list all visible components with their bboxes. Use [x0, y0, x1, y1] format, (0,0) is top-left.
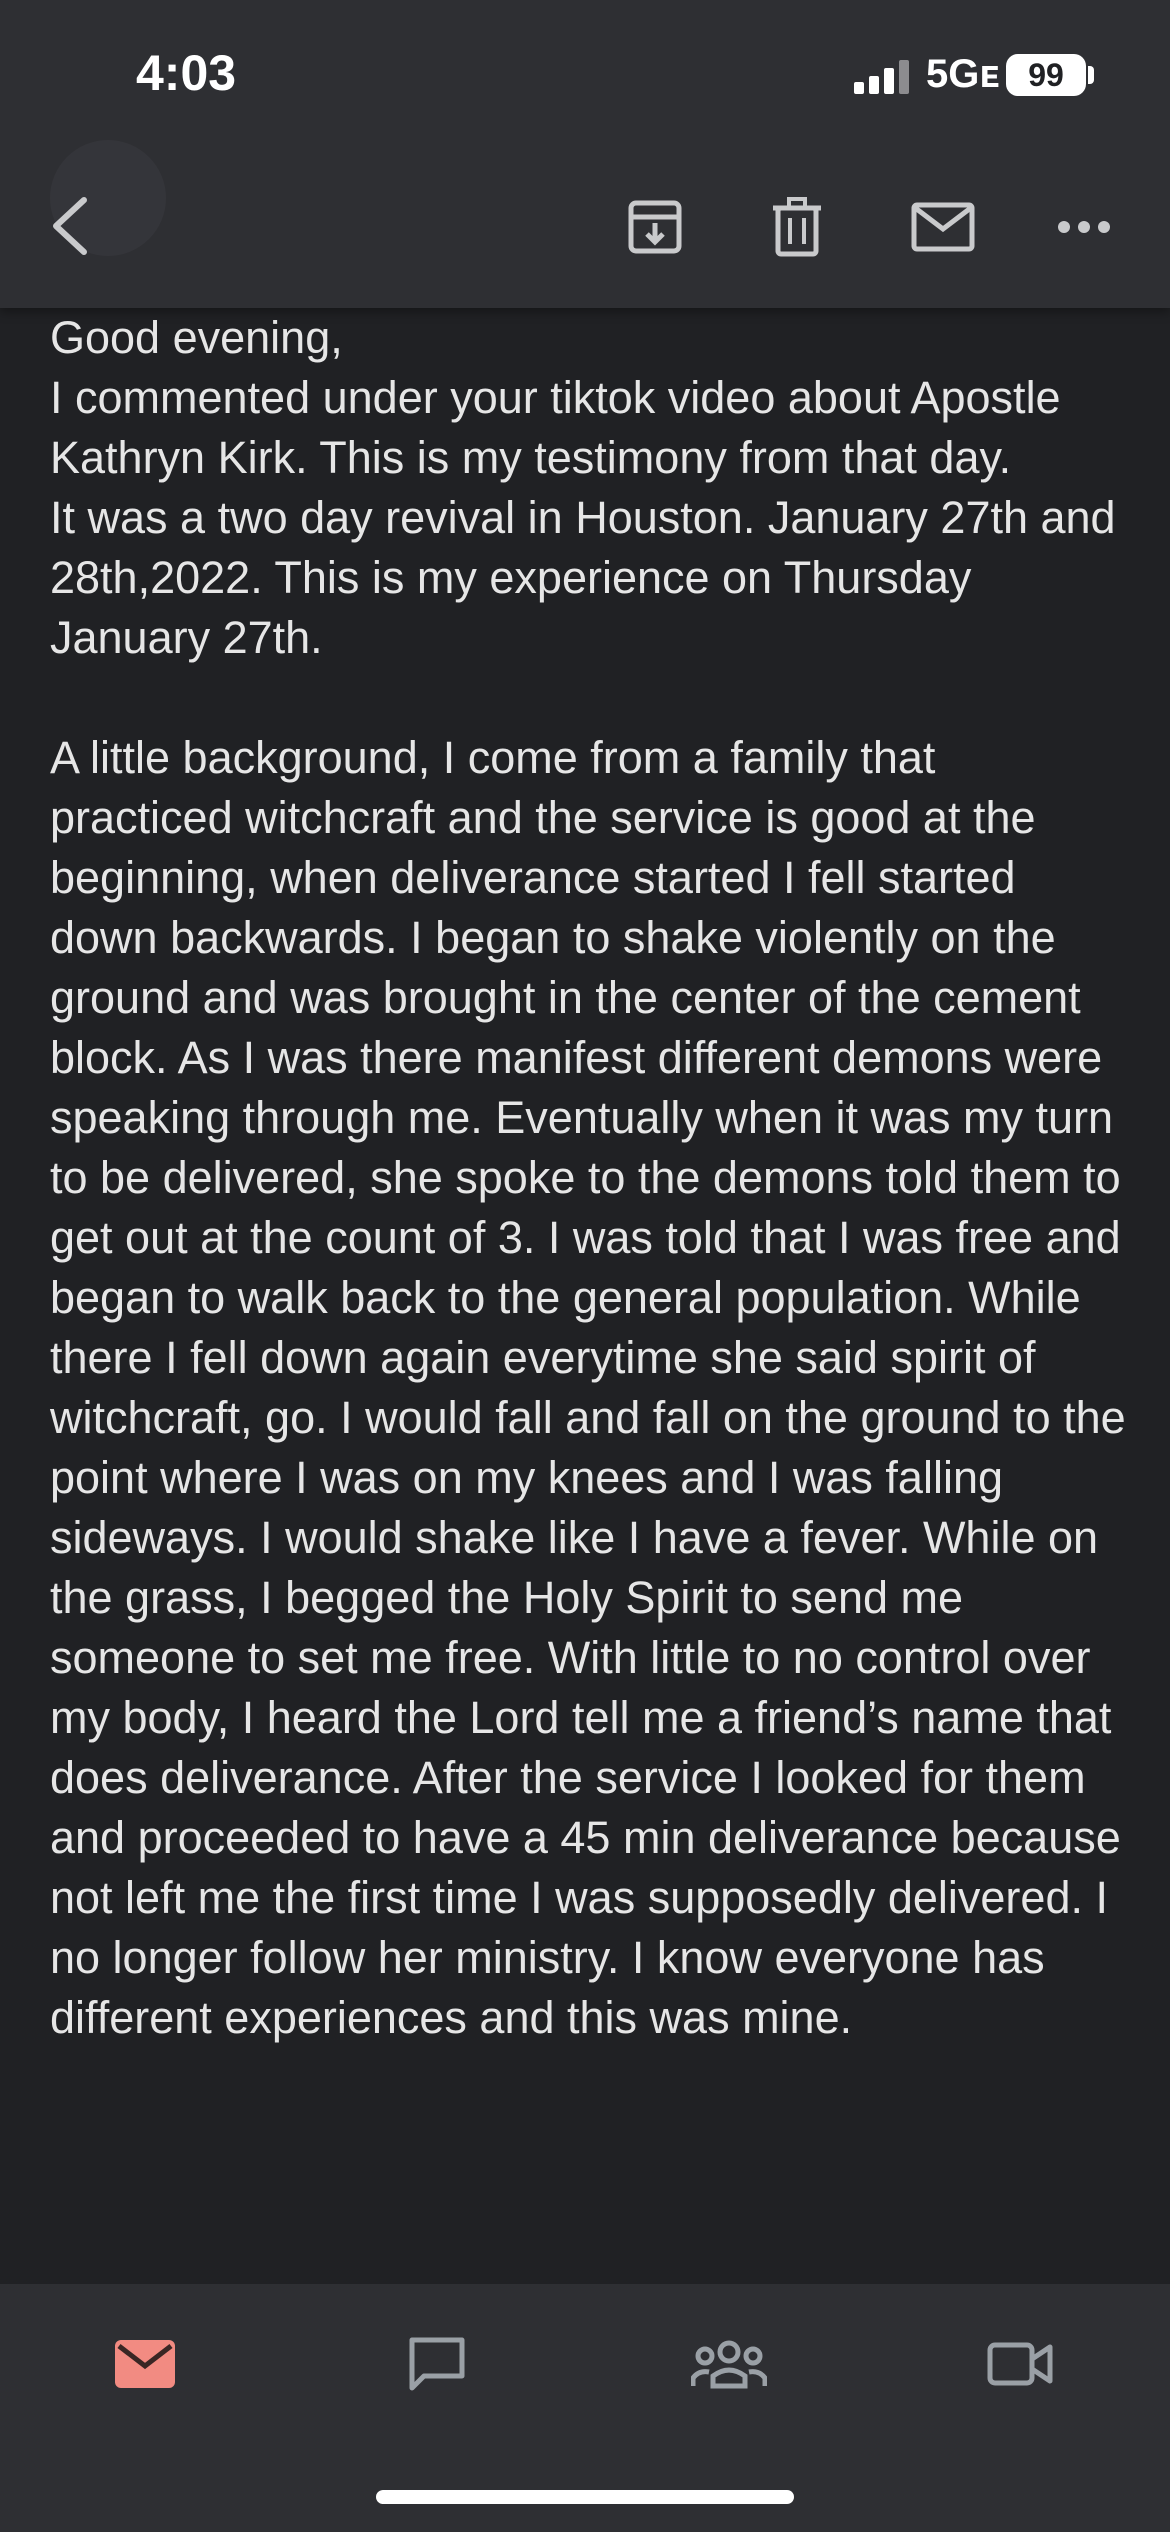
mail-icon — [115, 2340, 175, 2388]
battery-tip — [1088, 66, 1094, 84]
delete-button[interactable] — [762, 192, 832, 262]
nav-mail[interactable] — [90, 2324, 200, 2404]
more-options-button[interactable] — [1052, 192, 1116, 262]
status-time: 4:03 — [136, 45, 237, 101]
spaces-icon — [691, 2340, 767, 2389]
trash-icon — [773, 197, 821, 257]
home-indicator[interactable] — [376, 2490, 794, 2504]
mail-icon — [911, 202, 975, 252]
chat-icon — [409, 2337, 465, 2391]
nav-chat[interactable] — [382, 2324, 492, 2404]
top-bar: 4:03 5Gᴇ 99 — [0, 0, 1170, 308]
back-button[interactable] — [40, 186, 100, 266]
nav-spaces[interactable] — [674, 2324, 784, 2404]
signal-strength-icon — [854, 60, 912, 94]
mark-unread-button[interactable] — [906, 192, 980, 262]
email-paragraph: A little background, I come from a famil… — [50, 732, 1139, 2043]
meet-icon — [987, 2342, 1053, 2386]
network-indicator: 5Gᴇ — [926, 52, 1000, 96]
nav-meet[interactable] — [966, 2324, 1076, 2404]
battery-indicator: 99 — [1006, 54, 1086, 96]
email-body: Good evening, I commented under your tik… — [50, 308, 1130, 2048]
archive-button[interactable] — [620, 192, 690, 262]
email-paragraph: Good evening, I commented under your tik… — [50, 312, 1116, 663]
more-icon — [1058, 221, 1110, 233]
archive-icon — [628, 200, 682, 254]
back-icon — [53, 197, 87, 255]
